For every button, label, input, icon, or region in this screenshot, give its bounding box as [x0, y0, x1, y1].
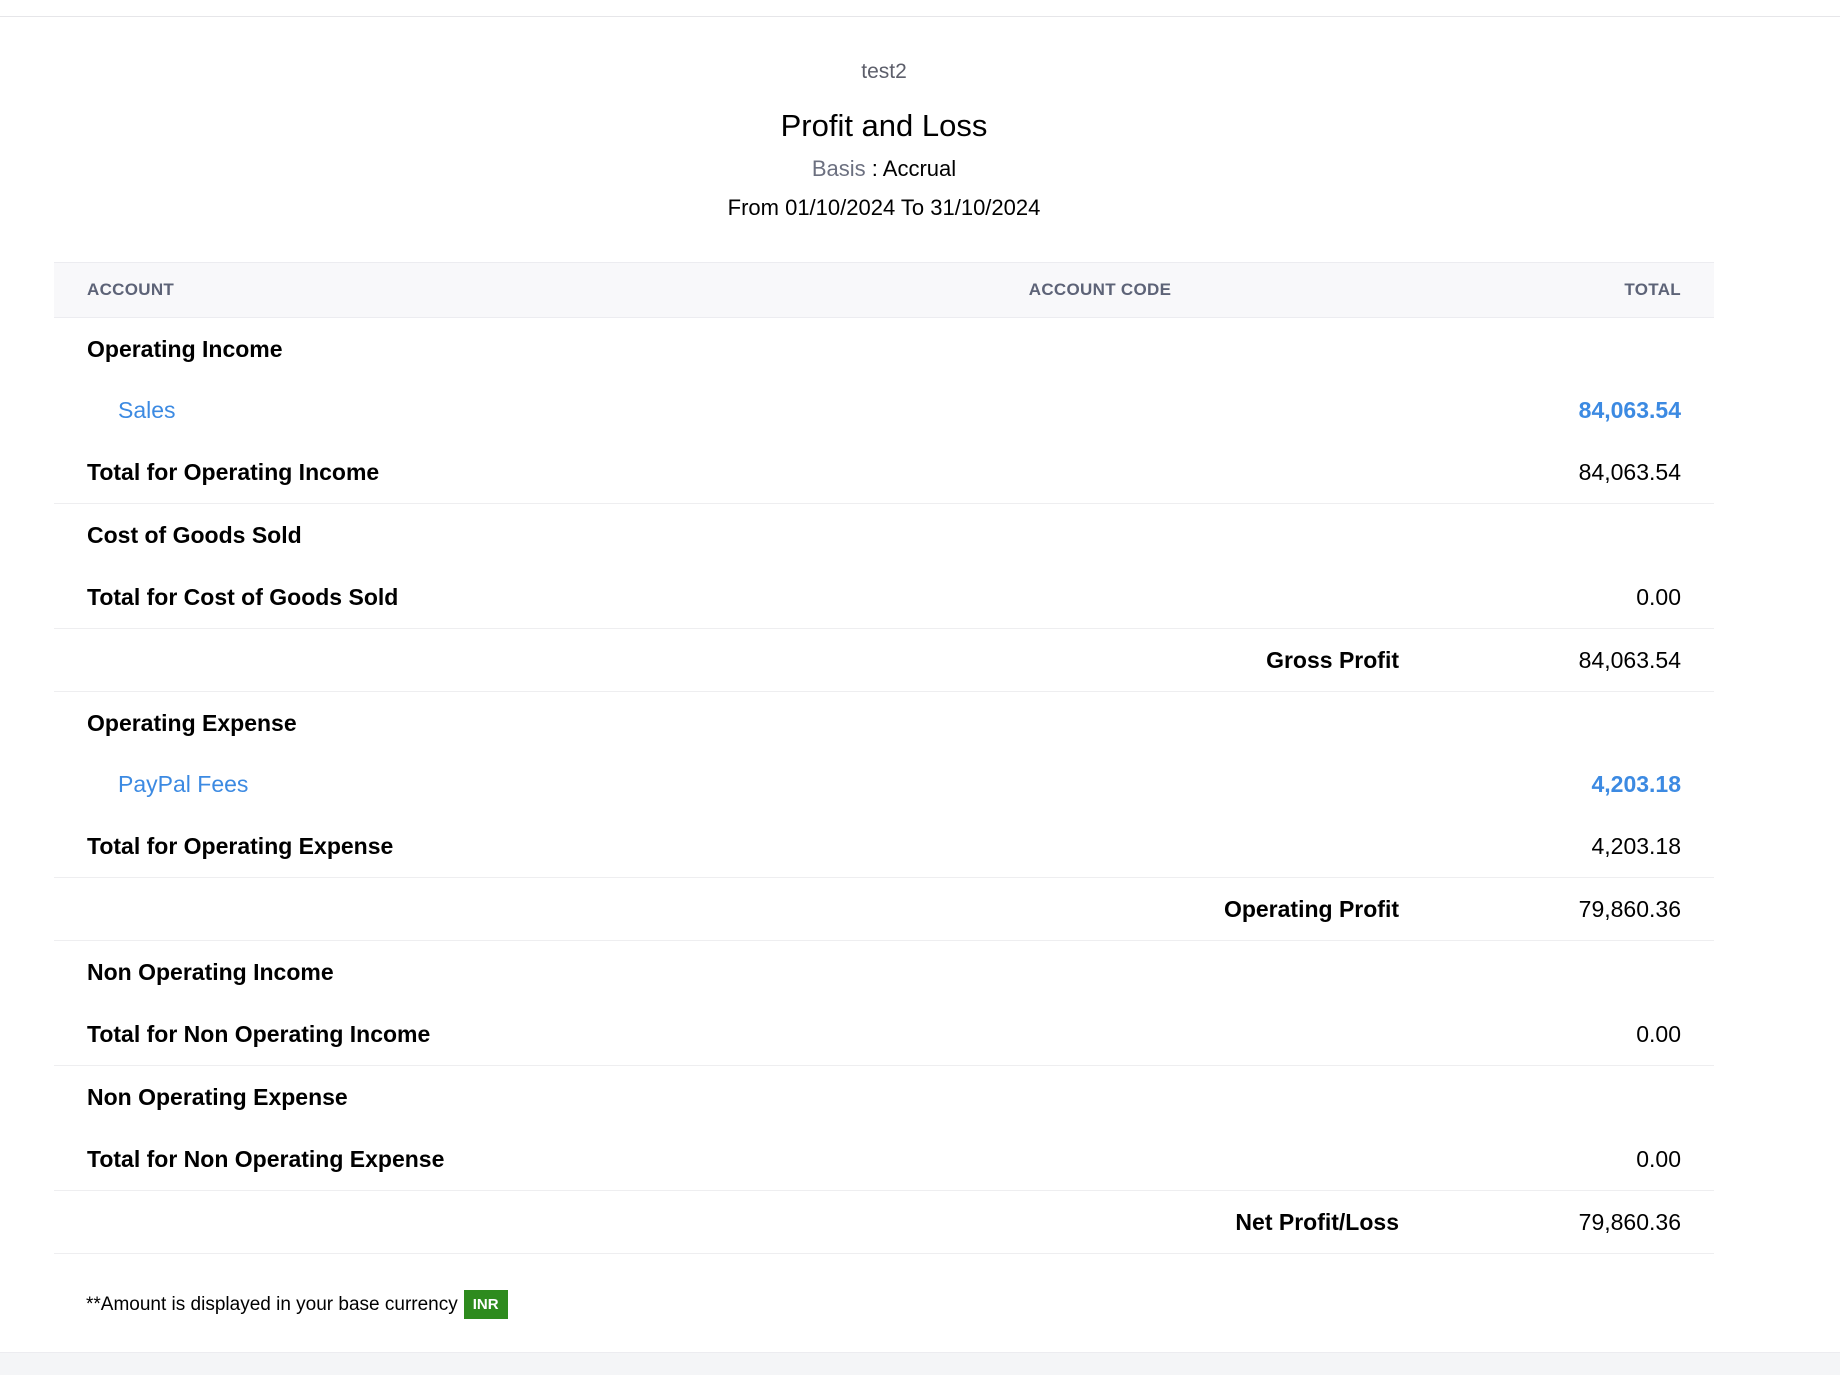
- basis-separator: :: [865, 156, 883, 181]
- total-value: 0.00: [1513, 1003, 1714, 1066]
- report-basis: Basis : Accrual: [54, 156, 1714, 182]
- total-value: 4,203.18: [1513, 815, 1714, 878]
- report-date-range: From 01/10/2024 To 31/10/2024: [727, 195, 1041, 220]
- total-value: 0.00: [1513, 1128, 1714, 1191]
- total-value: 84,063.54: [1513, 441, 1714, 504]
- total-label: Total for Non Operating Income: [54, 1003, 720, 1066]
- account-row[interactable]: PayPal Fees 4,203.18: [54, 754, 1714, 815]
- section-heading: Non Operating Expense: [87, 1083, 348, 1110]
- bottom-band: [0, 1352, 1840, 1375]
- currency-note-text: **Amount is displayed in your base curre…: [86, 1293, 458, 1315]
- net-profit-value: 79,860.36: [1513, 1190, 1714, 1254]
- section-heading: Operating Expense: [87, 709, 297, 736]
- gross-profit-value: 84,063.54: [1513, 628, 1714, 692]
- section-heading: Operating Income: [87, 335, 283, 362]
- col-header-account: ACCOUNT: [54, 262, 720, 318]
- organization-name: test2: [861, 60, 907, 83]
- col-header-total: TOTAL: [1513, 262, 1714, 318]
- account-row[interactable]: Sales 84,063.54: [54, 380, 1714, 441]
- section-header-row: Operating Income: [54, 318, 1714, 381]
- section-header-row: Operating Expense: [54, 692, 1714, 755]
- total-label: Total for Cost of Goods Sold: [54, 566, 720, 629]
- operating-profit-label: Operating Profit: [54, 877, 1513, 941]
- account-code: [720, 754, 1513, 815]
- account-link-paypal-fees[interactable]: PayPal Fees: [54, 754, 720, 815]
- currency-badge: INR: [463, 1290, 508, 1319]
- section-total-row: Total for Cost of Goods Sold 0.00: [54, 566, 1714, 629]
- section-heading: Non Operating Income: [87, 958, 334, 985]
- top-bar-divider: [0, 0, 1840, 17]
- total-label: Total for Operating Income: [54, 441, 720, 504]
- total-label: Total for Non Operating Expense: [54, 1128, 720, 1191]
- section-total-row: Total for Operating Income 84,063.54: [54, 441, 1714, 504]
- report-title: Profit and Loss: [780, 108, 988, 143]
- section-total-row: Total for Operating Expense 4,203.18: [54, 815, 1714, 878]
- table-header-row: ACCOUNT ACCOUNT CODE TOTAL: [54, 262, 1714, 318]
- basis-value: Accrual: [882, 156, 957, 181]
- section-total-row: Total for Non Operating Expense 0.00: [54, 1128, 1714, 1191]
- section-header-row: Cost of Goods Sold: [54, 504, 1714, 567]
- gross-profit-label: Gross Profit: [54, 628, 1513, 692]
- section-heading: Cost of Goods Sold: [87, 521, 302, 548]
- operating-profit-row: Operating Profit 79,860.36: [54, 877, 1714, 941]
- col-header-account-code: ACCOUNT CODE: [720, 262, 1513, 318]
- net-profit-row: Net Profit/Loss 79,860.36: [54, 1190, 1714, 1254]
- currency-note: **Amount is displayed in your base curre…: [86, 1290, 508, 1319]
- section-header-row: Non Operating Income: [54, 941, 1714, 1004]
- total-value: 0.00: [1513, 566, 1714, 629]
- total-label: Total for Operating Expense: [54, 815, 720, 878]
- account-link-sales[interactable]: Sales: [54, 380, 720, 441]
- gross-profit-row: Gross Profit 84,063.54: [54, 628, 1714, 692]
- account-amount-link[interactable]: 84,063.54: [1513, 380, 1714, 441]
- account-amount-link[interactable]: 4,203.18: [1513, 754, 1714, 815]
- pl-table: ACCOUNT ACCOUNT CODE TOTAL Operating Inc…: [54, 262, 1714, 1254]
- section-total-row: Total for Non Operating Income 0.00: [54, 1003, 1714, 1066]
- net-profit-label: Net Profit/Loss: [54, 1190, 1513, 1254]
- basis-label: Basis: [811, 156, 866, 181]
- account-code: [720, 380, 1513, 441]
- section-header-row: Non Operating Expense: [54, 1066, 1714, 1129]
- operating-profit-value: 79,860.36: [1513, 877, 1714, 941]
